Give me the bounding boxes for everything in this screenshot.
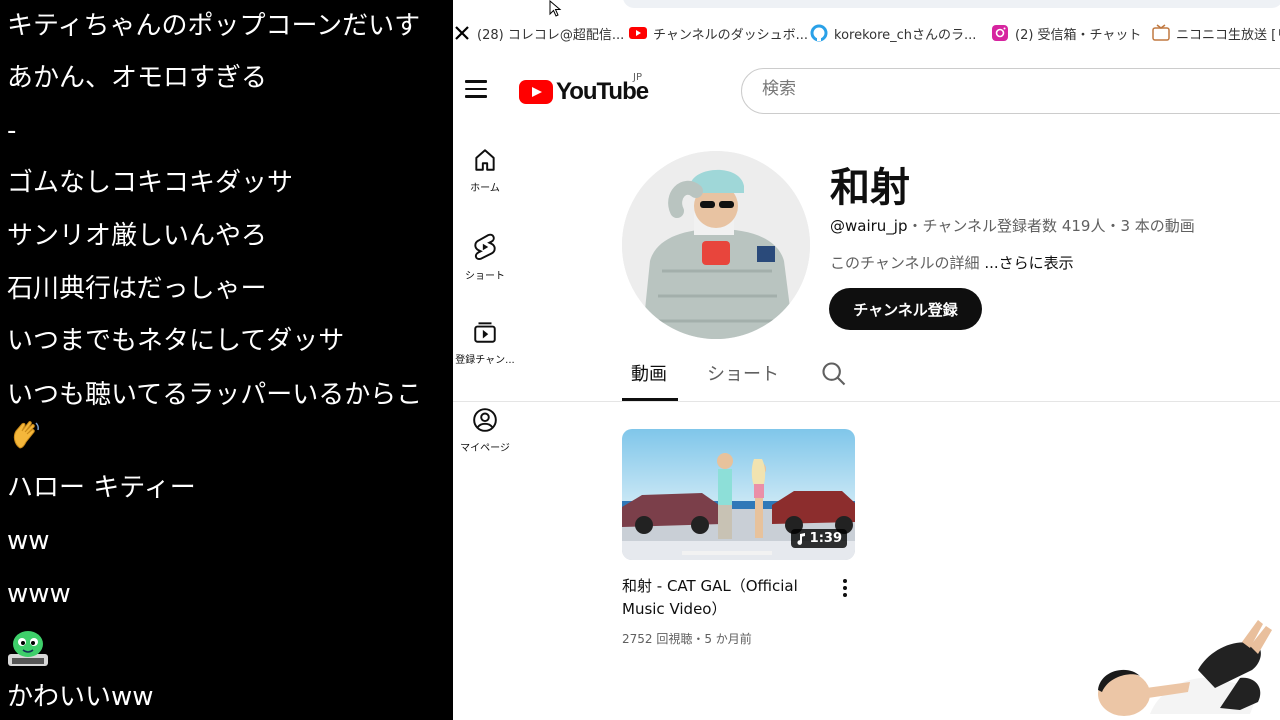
chat-message: あかん、オモロすぎる bbox=[7, 63, 268, 93]
menu-icon[interactable] bbox=[465, 80, 487, 98]
guide-label: ショート bbox=[465, 271, 505, 282]
subscriptions-icon bbox=[474, 322, 496, 343]
video-title[interactable]: 和射 - CAT GAL（Official Music Video） bbox=[622, 575, 822, 621]
x-logo-icon bbox=[455, 26, 469, 40]
video-duration: 1:39 bbox=[790, 529, 847, 548]
subscribe-button[interactable]: チャンネル登録 bbox=[829, 288, 982, 330]
twitcasting-icon bbox=[810, 24, 828, 42]
bookmark-label: korekore_chさんのラ... bbox=[834, 27, 977, 43]
video-thumbnail[interactable]: 1:39 bbox=[622, 429, 855, 560]
channel-tabs: 動画 ショート bbox=[453, 350, 1280, 402]
bookmark-item[interactable]: チャンネルのダッシュボ... bbox=[629, 22, 808, 44]
bookmark-item[interactable]: (28) コレコレ@超配信... bbox=[453, 22, 624, 44]
bookmark-label: チャンネルのダッシュボ... bbox=[653, 27, 809, 43]
chat-message: キティちゃんのポップコーンだいす bbox=[7, 11, 421, 41]
streamer-cutout bbox=[1090, 618, 1280, 720]
chat-message: www bbox=[7, 579, 71, 609]
bookmark-label: ニコニコ生放送 [リ bbox=[1176, 27, 1280, 43]
tab-videos[interactable]: 動画 bbox=[631, 360, 667, 386]
more-vert-icon[interactable] bbox=[836, 577, 854, 599]
channel-name: 和射 bbox=[830, 165, 910, 211]
address-bar[interactable] bbox=[623, 0, 1280, 8]
green-character-sticker-icon bbox=[6, 628, 50, 672]
guide-item-you[interactable]: マイページ bbox=[453, 407, 517, 454]
account-icon bbox=[473, 408, 497, 432]
youtube-studio-icon bbox=[629, 27, 647, 39]
bookmark-label: (28) コレコレ@超配信... bbox=[477, 27, 625, 43]
active-tab-indicator bbox=[622, 398, 678, 401]
channel-description[interactable]: このチャンネルの詳細 ...さらに表示 bbox=[830, 252, 1074, 273]
youtube-header: YouTube JP bbox=[453, 56, 1280, 124]
channel-avatar[interactable] bbox=[622, 151, 810, 339]
waving-hand-icon bbox=[10, 420, 42, 454]
chat-message: かわいいww bbox=[7, 682, 154, 712]
chat-message: いつまでもネタにしてダッサ bbox=[7, 326, 345, 356]
home-icon bbox=[475, 149, 495, 171]
search-input[interactable] bbox=[762, 79, 1162, 99]
chat-message: - bbox=[7, 116, 17, 146]
channel-stats: ・チャンネル登録者数 419人・3 本の動画 bbox=[907, 217, 1195, 235]
instagram-icon bbox=[992, 25, 1008, 41]
chat-message: ハロー キティー bbox=[7, 473, 196, 503]
chat-message: 石川典行はだっしゃー bbox=[7, 274, 267, 304]
shorts-icon bbox=[474, 233, 496, 260]
guide-item-shorts[interactable]: ショート bbox=[453, 233, 517, 282]
guide-label: マイページ bbox=[460, 443, 510, 454]
video-duration-text: 1:39 bbox=[809, 531, 842, 546]
more-link[interactable]: ...さらに表示 bbox=[984, 254, 1073, 272]
search-box[interactable] bbox=[741, 68, 1280, 114]
channel-description-text: このチャンネルの詳細 bbox=[830, 254, 980, 272]
mouse-cursor-icon bbox=[549, 0, 562, 17]
video-meta: 2752 回視聴・5 か月前 bbox=[622, 632, 752, 646]
guide-item-home[interactable]: ホーム bbox=[453, 147, 517, 194]
tab-shorts[interactable]: ショート bbox=[707, 360, 779, 386]
bookmark-item[interactable]: (2) 受信箱・チャット bbox=[991, 22, 1141, 44]
search-icon[interactable] bbox=[820, 360, 848, 388]
bookmarks-bar: (28) コレコレ@超配信... チャンネルのダッシュボ... korekore… bbox=[453, 0, 1280, 50]
browser-window: (28) コレコレ@超配信... チャンネルのダッシュボ... korekore… bbox=[453, 0, 1280, 720]
chat-overlay: キティちゃんのポップコーンだいす あかん、オモロすぎる - ゴムなしコキコキダッ… bbox=[0, 0, 453, 720]
channel-meta: @wairu_jp・チャンネル登録者数 419人・3 本の動画 bbox=[830, 215, 1195, 236]
chat-message: サンリオ厳しいんやろ bbox=[7, 221, 268, 251]
niconico-icon bbox=[1152, 24, 1170, 41]
bookmark-item[interactable]: korekore_chさんのラ... bbox=[810, 22, 976, 44]
region-label: JP bbox=[633, 72, 642, 83]
youtube-play-icon bbox=[519, 80, 553, 104]
guide-label: ホーム bbox=[470, 183, 500, 194]
bookmark-item[interactable]: ニコニコ生放送 [リ bbox=[1152, 22, 1280, 44]
channel-handle[interactable]: @wairu_jp bbox=[830, 217, 908, 235]
chat-message: ww bbox=[7, 526, 50, 556]
bookmark-label: (2) 受信箱・チャット bbox=[1015, 27, 1142, 43]
youtube-logo[interactable]: YouTube bbox=[519, 78, 649, 106]
music-note-icon bbox=[797, 532, 805, 545]
chat-message: ゴムなしコキコキダッサ bbox=[7, 168, 294, 198]
chat-message: いつも聴いてるラッパーいるからこ bbox=[7, 380, 423, 410]
